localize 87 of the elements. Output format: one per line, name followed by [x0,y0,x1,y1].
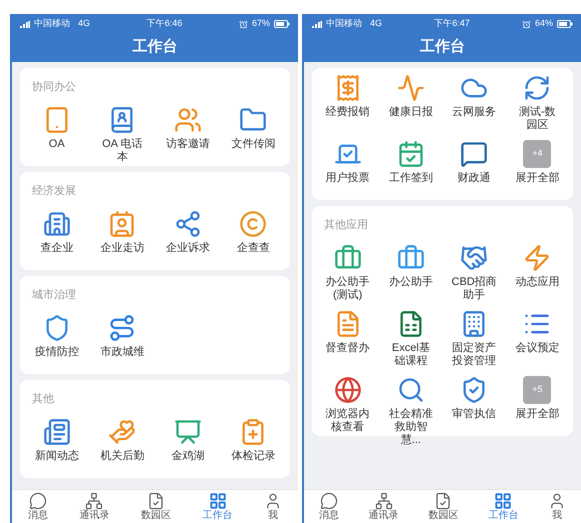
section-title: 经济发展 [32,185,76,197]
app-label[interactable]: Excel基础课程 [388,342,434,368]
app-label[interactable]: 财政通 [451,172,498,185]
app-label[interactable]: 经费报销 [324,106,371,119]
app-label[interactable]: 办公助手(测试) [324,276,371,302]
carrier-text: 中国移动 [326,17,362,30]
app-label[interactable]: 测试-数园区 [514,106,560,132]
app-label[interactable]: 浏览器内核查看 [324,408,371,434]
chart-icon [396,74,425,102]
contact-card-icon [108,210,136,238]
app-label[interactable]: 展开全部 [514,408,560,421]
people-icon [174,106,202,134]
app-label[interactable]: 督查督办 [324,342,371,355]
app-label[interactable]: 固定资产投资管理 [451,342,498,368]
network-icon [174,210,202,238]
section-title: 城市治理 [32,289,76,301]
tab-item[interactable]: 数园区 [140,492,171,521]
search-icon [396,376,425,404]
app-label[interactable]: 查企业 [34,242,80,255]
app-label[interactable]: 社会精准救助智慧... [388,408,434,447]
building-icon [42,210,71,238]
section-title: 其他应用 [324,219,368,231]
app-label[interactable]: 云网服务 [451,106,498,119]
tab-item[interactable]: 工作台 [202,492,233,521]
battery-icon [557,20,573,28]
tab-item[interactable]: 我 [264,492,282,521]
section-title: 协同办公 [32,81,76,93]
signal-icon [20,20,30,28]
app-label[interactable]: 体检记录 [230,450,276,463]
tab-item[interactable]: 通讯录 [79,492,110,521]
app-label[interactable]: 办公助手 [388,276,434,289]
app-label[interactable]: 动态应用 [514,276,560,289]
page-title: 工作台 [132,36,178,57]
app-label[interactable]: OA [34,138,80,151]
tab-item[interactable]: 工作台 [488,492,518,521]
app-label[interactable]: 金鸡湖 [164,450,211,463]
grid-icon [494,492,512,510]
chat-icon [320,492,338,510]
app-label[interactable]: 访客邀请 [164,138,211,151]
app-label[interactable]: 文件传阅 [230,138,276,151]
app-label[interactable]: CBD招商助手 [451,276,498,302]
tab-item[interactable]: 我 [548,492,566,521]
app-label[interactable]: 机关后勤 [99,450,146,463]
chat-icon [460,140,488,168]
app-label[interactable]: OA 电话本 [99,138,146,164]
handshake-icon [460,244,488,272]
signal-icon [312,20,322,28]
app-label[interactable]: 企查查 [230,242,276,255]
app-label[interactable]: 会议预定 [514,342,560,355]
app-label[interactable]: 企业走访 [99,242,146,255]
app-label[interactable]: 健康日报 [388,106,434,119]
app-label[interactable]: 市政城维 [99,346,146,359]
status-time: 下午6:46 [146,17,182,30]
hands-icon [108,418,136,446]
app-label[interactable]: 企业诉求 [164,242,211,255]
section-title: 其他 [32,393,54,405]
tab-item[interactable]: 消息 [318,492,339,521]
tab-item[interactable]: 消息 [28,492,48,521]
tab-item[interactable]: 数园区 [428,492,458,521]
org-chart-icon [85,492,104,510]
app-label[interactable]: 用户投票 [324,172,371,185]
org-chart-icon [374,492,393,510]
alarm-icon [522,20,531,28]
app-label[interactable]: 审管执信 [451,408,498,421]
carrier-text: 中国移动 [34,17,70,30]
app-label[interactable]: 疫情防控 [34,346,80,359]
app-label[interactable]: 工作签到 [388,172,434,185]
app-label[interactable]: 新闻动态 [34,450,80,463]
document-icon [146,492,165,510]
calendar-check-icon [396,140,425,168]
chat-icon [28,492,47,510]
presentation-icon [174,418,202,446]
document-icon [434,492,452,510]
app-label[interactable]: 展开全部 [514,172,560,185]
grid-icon [208,492,227,510]
c-circle-icon [239,210,268,238]
battery-text: 64% [534,17,553,30]
page-title: 工作台 [420,36,465,57]
news-icon [42,418,71,446]
globe-icon [334,376,362,404]
battery-icon [274,20,290,28]
battery-text: 67% [252,17,270,30]
network-text: 4G [370,17,382,30]
network-text: 4G [78,17,90,30]
status-time: 下午6:47 [434,17,470,30]
alarm-icon [238,20,248,28]
tab-item[interactable]: 通讯录 [368,492,399,521]
